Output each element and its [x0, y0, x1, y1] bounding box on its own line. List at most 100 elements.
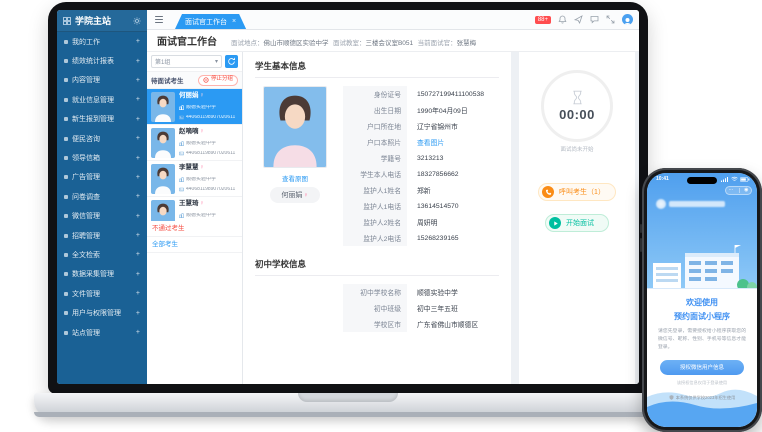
sidebar-item-label: 站点管理: [72, 328, 132, 338]
main-area: 面试官工作台 × 88+: [147, 10, 639, 384]
sidebar-item[interactable]: 文件管理 +: [57, 284, 147, 303]
menu-item-icon: [64, 195, 68, 199]
miniprogram-screen: 10:41 ⋯ ◉: [647, 173, 757, 427]
student-id: 440681198907020611: [179, 151, 238, 156]
sidebar-item[interactable]: 用户与权限管理 +: [57, 303, 147, 322]
miniprogram-capsule[interactable]: ⋯ ◉: [725, 186, 752, 195]
student-list-item[interactable]: 赵嘀嘀♀ 顺德实验中学 440681198907020611: [147, 125, 242, 161]
expand-plus-icon[interactable]: +: [136, 38, 140, 45]
student-name: 何丽娟♀: [179, 93, 238, 100]
timer-value: 00:00: [559, 107, 595, 122]
fullscreen-icon[interactable]: [606, 15, 615, 24]
status-time: 10:41: [656, 176, 669, 182]
sidebar-item[interactable]: 内容管理 +: [57, 71, 147, 90]
view-original-link[interactable]: 查看原图: [282, 173, 308, 183]
refresh-button[interactable]: [225, 55, 238, 68]
expand-plus-icon[interactable]: +: [136, 271, 140, 278]
expand-plus-icon[interactable]: +: [136, 290, 140, 297]
laptop-mockup: 学院主站 我的工作 +: [48, 2, 648, 394]
sidebar-item[interactable]: 便民咨询 +: [57, 129, 147, 148]
status-icons: [721, 176, 750, 182]
sidebar-item[interactable]: 广告管理 +: [57, 168, 147, 187]
field-row: 户口本照片 查看图片: [343, 134, 484, 150]
tab-label: 面试官工作台: [185, 17, 227, 27]
student-school: 顺德实验中学: [179, 213, 238, 218]
expand-plus-icon[interactable]: +: [136, 96, 140, 103]
sidebar-item[interactable]: 问卷调查 +: [57, 187, 147, 206]
start-interview-button[interactable]: 开始面试: [545, 214, 609, 232]
call-candidate-button[interactable]: 呼叫考生（1）: [538, 183, 616, 201]
field-label: 身份证号: [343, 86, 407, 102]
basic-info-title: 学生基本信息: [255, 60, 499, 78]
student-id: 440681198907020611: [179, 187, 238, 192]
wechat-auth-button[interactable]: 授权微信用户信息: [660, 360, 744, 375]
field-label: 监护人1电话: [343, 198, 407, 214]
page: 学院主站 我的工作 +: [0, 0, 762, 432]
sidebar-title: 学院主站: [75, 14, 129, 27]
expand-plus-icon[interactable]: +: [136, 193, 140, 200]
id-card-icon: [179, 151, 184, 156]
field-label: 初中班级: [343, 300, 407, 316]
sidebar-item[interactable]: 就业信息管理 +: [57, 90, 147, 109]
expand-plus-icon[interactable]: +: [136, 310, 140, 317]
student-list-item[interactable]: 李慧慧♀ 顺德实验中学 440681198907020611: [147, 161, 242, 197]
home-grid-icon: [63, 17, 71, 25]
field-row: 初中班级 初中三年五班: [343, 300, 499, 316]
sidebar-item[interactable]: 新生报到管理 +: [57, 110, 147, 129]
photo-column: 查看原图 何丽娟♀: [255, 86, 335, 246]
student-list-item[interactable]: 何丽娟♀ 顺德实验中学 440681198907020611: [147, 89, 242, 125]
sidebar-item[interactable]: 绩效统计报表 +: [57, 51, 147, 70]
field-row: 身份证号 150727199411100538: [343, 86, 484, 102]
all-candidates-link[interactable]: 全部考生: [147, 237, 242, 253]
expand-plus-icon[interactable]: +: [136, 155, 140, 162]
bell-icon[interactable]: [558, 15, 567, 24]
school-logo-row: [656, 199, 725, 209]
pending-header: 待面试考生 停止分组: [147, 72, 242, 89]
field-row: 监护人2姓名 周妍明: [343, 214, 484, 230]
student-list-item[interactable]: 王慧琦♀ 顺德实验中学 440681198907020611: [147, 197, 242, 221]
field-value: 广东省佛山市顺德区: [417, 319, 478, 329]
field-label: 学生本人电话: [343, 166, 407, 182]
expand-plus-icon[interactable]: +: [136, 135, 140, 142]
chat-icon[interactable]: [590, 15, 599, 24]
sidebar-item[interactable]: 全文检索 +: [57, 245, 147, 264]
school-icon: [179, 105, 184, 110]
miniprogram-body: 欢迎使用 预约面试小程序 请您先登录，需要授权给小程序获取您的微信号、昵称、性别…: [647, 289, 757, 427]
sidebar-item[interactable]: 招聘管理 +: [57, 226, 147, 245]
hourglass-icon: [571, 90, 584, 105]
sidebar-item[interactable]: 领导信箱 +: [57, 148, 147, 167]
sidebar-item[interactable]: 数据采集管理 +: [57, 265, 147, 284]
shield-icon: [669, 395, 674, 400]
sidebar-item[interactable]: 站点管理 +: [57, 323, 147, 342]
menu-item-icon: [64, 78, 68, 82]
collapse-menu-icon[interactable]: [155, 16, 163, 23]
sidebar-item-label: 招聘管理: [72, 231, 132, 241]
failed-candidates-link[interactable]: 不通过考生: [147, 221, 242, 237]
exit-icon[interactable]: ◉: [744, 188, 748, 193]
expand-plus-icon[interactable]: +: [136, 58, 140, 65]
tab-close-icon[interactable]: ×: [232, 18, 236, 25]
group-select[interactable]: 第1组 ▾: [151, 55, 222, 68]
more-icon[interactable]: ⋯: [729, 188, 734, 193]
expand-plus-icon[interactable]: +: [136, 77, 140, 84]
sidebar-item[interactable]: 微信管理 +: [57, 207, 147, 226]
send-icon[interactable]: [574, 15, 583, 24]
expand-plus-icon[interactable]: +: [136, 251, 140, 258]
menu-item-icon: [64, 311, 68, 315]
student-id: 440681198907020611: [179, 115, 238, 120]
sidebar-item-label: 数据采集管理: [72, 269, 132, 279]
sidebar-item[interactable]: 我的工作 +: [57, 32, 147, 51]
stop-group-button[interactable]: 停止分组: [198, 75, 238, 86]
expand-plus-icon[interactable]: +: [136, 213, 140, 220]
tab-interviewer-workbench[interactable]: 面试官工作台 ×: [175, 14, 246, 29]
expand-plus-icon[interactable]: +: [136, 329, 140, 336]
menu-item-icon: [64, 331, 68, 335]
menu-item-icon: [64, 137, 68, 141]
expand-plus-icon[interactable]: +: [136, 174, 140, 181]
field-value[interactable]: 查看图片: [417, 137, 444, 147]
user-avatar[interactable]: [622, 14, 633, 25]
gear-icon[interactable]: [133, 17, 141, 25]
expand-plus-icon[interactable]: +: [136, 116, 140, 123]
expand-plus-icon[interactable]: +: [136, 232, 140, 239]
field-value: 初中三年五班: [417, 303, 458, 313]
